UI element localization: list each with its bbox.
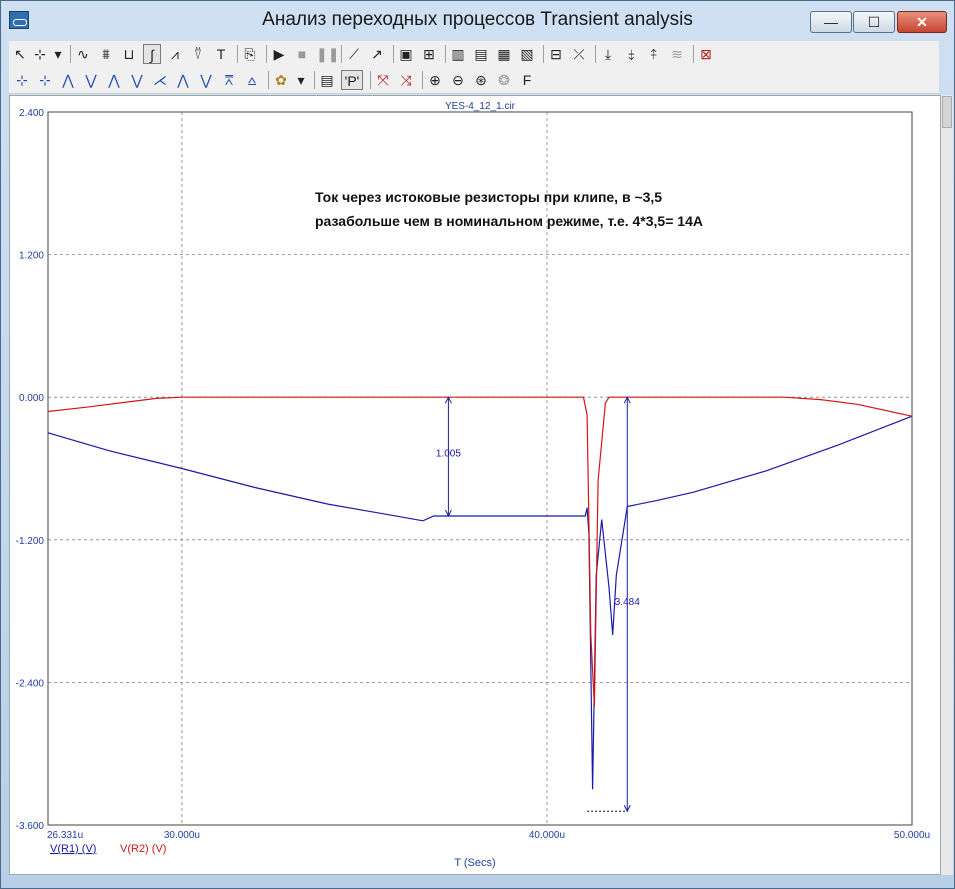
peak-tool-icon[interactable]: ⋀: [59, 70, 77, 90]
annotation-line-1[interactable]: Ток через истоковые резисторы при клипе,…: [315, 189, 662, 205]
main-toolbar: ↖ ⊹ ▾ ∿ ⩩ ⊔ ∫ ⩘ ⍢ T ⎘ ▶ ■ ❚❚ ⟋ ↗ ▣ ⊞ ▥ ▤ ▦ ▧ ⊟ ⤫ ⤓ ⤈ ⤉ ≋ ⊠: [9, 41, 939, 68]
transient-plot[interactable]: 2.400 1.200 0.000 -1.200 -2.400 -3.600 26.331…: [10, 96, 940, 874]
zoom-out-tool-icon[interactable]: ⊖: [449, 70, 467, 90]
series-lines: [47, 396, 913, 790]
low-tool-icon[interactable]: ⋁: [128, 70, 146, 90]
measurement-1-label: 1.005: [436, 449, 461, 460]
minimize-button[interactable]: —: [810, 11, 852, 33]
toolbar-separator: [693, 45, 694, 63]
close-plot-tool-icon[interactable]: ⊠: [697, 44, 715, 64]
high-tool-icon[interactable]: ⋀: [105, 70, 123, 90]
legend-r1[interactable]: V(R1) (V): [50, 843, 96, 855]
y-tick-label: -2.400: [16, 678, 45, 689]
grid-tool-icon[interactable]: ⊞: [420, 44, 438, 64]
toolbar-separator: [595, 45, 596, 63]
toolbar-separator: [237, 45, 238, 63]
color-tool-icon[interactable]: ✿: [272, 70, 290, 90]
cursor-tool-4-icon[interactable]: ≋: [668, 44, 686, 64]
scale-tool-icon[interactable]: ⊹: [32, 44, 48, 64]
cursor-tool-3-icon[interactable]: ⤉: [645, 44, 663, 64]
x-tick-label: 50.000u: [894, 830, 930, 841]
pause-button-icon[interactable]: ❚❚: [316, 44, 339, 64]
grid-tool-2-icon[interactable]: ▥: [449, 44, 467, 64]
top-tool-icon[interactable]: ⩞: [220, 70, 238, 90]
y-tick-label: 0.000: [19, 393, 44, 404]
toolbar-separator: [341, 45, 342, 63]
x-tick-label: 30.000u: [164, 830, 200, 841]
run-button-icon[interactable]: ▶: [270, 44, 288, 64]
bottom-tool-icon[interactable]: ⩟: [243, 70, 261, 90]
toolbar-separator: [422, 71, 423, 89]
y-tick-label: -1.200: [16, 536, 45, 547]
text-tool-icon[interactable]: T: [212, 44, 230, 64]
tag-tool-1-icon[interactable]: ⤧: [374, 70, 392, 90]
cursor-left-tool-icon[interactable]: ⊹: [13, 70, 31, 90]
line-tool-icon[interactable]: ⟋: [345, 44, 363, 64]
x-tick-labels: 26.331u 30.000u 40.000u 50.000u: [47, 830, 930, 841]
cursor-right-tool-icon[interactable]: ⊹: [36, 70, 54, 90]
point-tag-tool-icon[interactable]: 'P': [341, 70, 363, 90]
toolbar-separator: [70, 45, 71, 63]
toolbar-separator: [543, 45, 544, 63]
grid-tool-5-icon[interactable]: ▧: [518, 44, 536, 64]
measurements: 1.005 3.484: [436, 396, 640, 813]
plot-area[interactable]: 2.400 1.200 0.000 -1.200 -2.400 -3.600 26.331…: [9, 95, 941, 875]
maximize-button[interactable]: ☐: [853, 11, 895, 33]
cursor-tool-2-icon[interactable]: ⤈: [622, 44, 640, 64]
plot-tool-1-icon[interactable]: ⊟: [547, 44, 565, 64]
valley-tool-icon[interactable]: ⋁: [82, 70, 100, 90]
series-line-r1: [47, 415, 913, 790]
pan-tool-icon[interactable]: ❂: [495, 70, 513, 90]
zoom-in-tool-icon[interactable]: ⊕: [426, 70, 444, 90]
toolbar-separator: [370, 71, 371, 89]
scrollbar-thumb[interactable]: [942, 96, 952, 128]
toolbar-separator: [445, 45, 446, 63]
tag-tool-2-icon[interactable]: ⤨: [397, 70, 415, 90]
x-tick-label: 40.000u: [529, 830, 565, 841]
dropdown-arrow-icon[interactable]: ▾: [53, 44, 63, 64]
table-tool-icon[interactable]: ▤: [318, 70, 336, 90]
series-line-r2: [47, 396, 913, 707]
stop-button-icon[interactable]: ■: [293, 44, 311, 64]
toolbar-separator: [314, 71, 315, 89]
waveform-tool-1-icon[interactable]: ∿: [74, 44, 92, 64]
x-tick-label: 26.331u: [47, 830, 83, 841]
toolbar-separator: [266, 45, 267, 63]
grid-tool-3-icon[interactable]: ▤: [472, 44, 490, 64]
arrow-tool-icon[interactable]: ↗: [368, 44, 386, 64]
y-tick-label: 1.200: [19, 251, 44, 262]
plot-file-name: YES-4_12_1.cir: [445, 101, 516, 112]
transient-analysis-window: Анализ переходных процессов Transient an…: [0, 0, 955, 889]
cursor-tool-1-icon[interactable]: ⤓: [599, 44, 617, 64]
analysis-toolbar: ⊹ ⊹ ⋀ ⋁ ⋀ ⋁ ⋌ ⋀ ⋁ ⩞ ⩟ ✿ ▾ ▤ 'P' ⤧ ⤨ ⊕ ⊖ ⊛ ❂ F: [9, 67, 939, 94]
global-low-tool-icon[interactable]: ⋁: [197, 70, 215, 90]
y-tick-label: -3.600: [16, 821, 45, 832]
measurement-2-label: 3.484: [615, 597, 640, 608]
plot-tool-2-icon[interactable]: ⤫: [570, 44, 588, 64]
waveform-tool-2-icon[interactable]: ⩩: [97, 44, 115, 64]
waveform-tool-6-icon[interactable]: ⍢: [189, 44, 207, 64]
toolbar-separator: [393, 45, 394, 63]
title-bar[interactable]: Анализ переходных процессов Transient an…: [1, 1, 954, 39]
y-tick-label: 2.400: [19, 108, 44, 119]
waveform-tool-5-icon[interactable]: ⩘: [166, 44, 184, 64]
frame-tool-icon[interactable]: ▣: [397, 44, 415, 64]
grid-tool-4-icon[interactable]: ▦: [495, 44, 513, 64]
legend-r2[interactable]: V(R2) (V): [120, 843, 166, 855]
waveform-tool-3-icon[interactable]: ⊔: [120, 44, 138, 64]
toolbar-separator: [268, 71, 269, 89]
vertical-scrollbar[interactable]: [941, 95, 953, 875]
zoom-fit-tool-icon[interactable]: ⊛: [472, 70, 490, 90]
dropdown-arrow-2-icon[interactable]: ▾: [295, 70, 307, 90]
global-high-tool-icon[interactable]: ⋀: [174, 70, 192, 90]
close-button[interactable]: ✕: [897, 11, 947, 33]
select-tool-icon[interactable]: ↖: [13, 44, 27, 64]
properties-tool-icon[interactable]: ⎘: [241, 44, 259, 64]
annotation-line-2[interactable]: разабольше чем в номинальном режиме, т.е…: [315, 213, 703, 229]
inflection-tool-icon[interactable]: ⋌: [151, 70, 169, 90]
waveform-tool-4-icon[interactable]: ∫: [143, 44, 161, 64]
x-axis-label: T (Secs): [454, 857, 495, 869]
y-tick-labels: 2.400 1.200 0.000 -1.200 -2.400 -3.600: [16, 108, 45, 832]
font-tool-icon[interactable]: F: [518, 70, 536, 90]
